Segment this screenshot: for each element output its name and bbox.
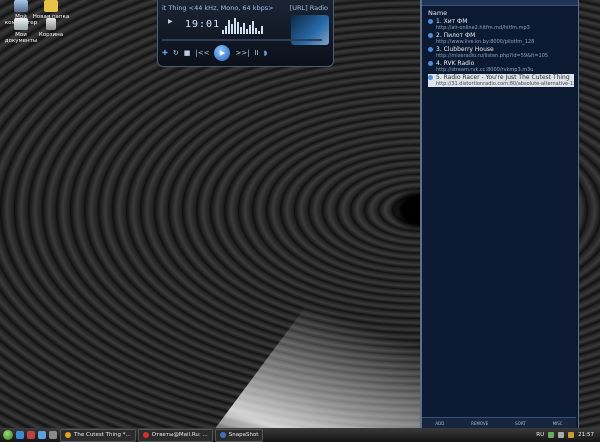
task-label: Ответы@Mail.Ru: ...: [151, 432, 208, 438]
stop-button[interactable]: ■: [184, 49, 191, 57]
playlist-item-url: http://31.distortionradio.com:80/absolut…: [436, 81, 574, 87]
desktop-icon-label: Корзина: [38, 32, 64, 38]
task-label: The Cutest Thing *...: [74, 432, 131, 438]
volume-tray-icon[interactable]: [558, 432, 565, 438]
clock[interactable]: 21:57: [578, 432, 594, 438]
playlist-item-name: 4. RVK Radio: [436, 60, 475, 67]
language-indicator[interactable]: RU: [536, 432, 544, 438]
remove-button[interactable]: REMOVE: [471, 421, 488, 426]
add-button[interactable]: ADD: [435, 421, 444, 426]
player-controls: ✚ ↻ ■ |<< ▶ >>| II ◗: [162, 45, 328, 61]
repeat-icon[interactable]: ↻: [173, 49, 179, 57]
playlist-column-header[interactable]: Name: [428, 9, 447, 17]
misc-button[interactable]: MISC: [553, 421, 563, 426]
player-track-info: it Thing <44 kHz, Mono, 64 kbps>: [162, 4, 274, 12]
taskbar-task-browser[interactable]: Ответы@Mail.Ru: ...: [137, 428, 213, 442]
wallpaper-tunnel-floor: [214, 230, 430, 430]
playlist-item[interactable]: 3. Clubberry House http://mixeradio.ru/l…: [428, 46, 574, 59]
recycle-bin-icon: [46, 18, 56, 30]
playlist-item-name: 5. Radio Racer - You're Just The Cutest …: [436, 74, 570, 81]
playlist-item-url: http://air-online2.hitfm.md/hitfm.mp3: [436, 25, 530, 31]
desktop-icon-recycle-bin[interactable]: Корзина: [30, 18, 72, 38]
tray-app-icon[interactable]: [568, 432, 575, 438]
playlist-item-name: 1. Хит ФМ: [436, 18, 468, 25]
radio-stream-icon: [428, 61, 433, 66]
playlist-item-selected[interactable]: 5. Radio Racer - You're Just The Cutest …: [428, 74, 574, 87]
quick-launch-browser-icon[interactable]: [16, 431, 24, 439]
play-indicator-icon: ▶: [168, 18, 173, 25]
playlist-item[interactable]: 2. Пилот ФМ http://www.live.kn.by:8000/p…: [428, 32, 574, 45]
player-title-bar: it Thing <44 kHz, Mono, 64 kbps> [URL] R…: [162, 4, 328, 14]
playlist-item[interactable]: 4. RVK Radio http://stream.rvk.cc:8000/r…: [428, 60, 574, 73]
snapshot-icon: [219, 432, 226, 438]
folder-icon: [44, 0, 58, 12]
quick-launch-ie-icon[interactable]: [38, 431, 46, 439]
player-time-display: 19:01: [185, 19, 221, 30]
play-button[interactable]: ▶: [214, 45, 231, 61]
sort-button[interactable]: SORT: [515, 421, 526, 426]
my-documents-icon: [14, 18, 28, 30]
network-icon[interactable]: [548, 432, 555, 438]
playlist-item-name: 2. Пилот ФМ: [436, 32, 476, 39]
playlist-item-url: http://stream.rvk.cc:8000/rvkmp3.m3u: [436, 67, 534, 73]
playlist-item[interactable]: 1. Хит ФМ http://air-online2.hitfm.md/hi…: [428, 18, 574, 31]
quick-launch-opera-icon[interactable]: [27, 431, 35, 439]
playlist-top-bar: [422, 0, 578, 6]
taskbar-task-player[interactable]: The Cutest Thing *...: [60, 428, 136, 442]
radio-stream-icon: [428, 47, 433, 52]
playlist-panel: Name 1. Хит ФМ http://air-online2.hitfm.…: [420, 0, 579, 428]
menu-icon[interactable]: ✚: [162, 49, 168, 57]
taskbar: The Cutest Thing *... Ответы@Mail.Ru: ..…: [0, 428, 600, 442]
playlist-list: 1. Хит ФМ http://air-online2.hitfm.md/hi…: [428, 18, 574, 88]
start-button[interactable]: [3, 430, 13, 440]
media-player-window[interactable]: it Thing <44 kHz, Mono, 64 kbps> [URL] R…: [157, 0, 334, 67]
task-label: SnapaShot: [228, 432, 259, 438]
playlist-item-name: 3. Clubberry House: [436, 46, 494, 53]
next-button[interactable]: >>|: [235, 49, 249, 57]
desktop-icon-new-folder[interactable]: Новая папка: [30, 0, 72, 20]
opera-icon: [142, 432, 149, 438]
previous-button[interactable]: |<<: [195, 49, 209, 57]
radio-stream-icon: [428, 33, 433, 38]
playlist-footer: ADD REMOVE SORT MISC: [422, 417, 576, 428]
radio-stream-icon: [428, 19, 433, 24]
seek-bar[interactable]: [162, 39, 322, 41]
taskbar-task-snapshot[interactable]: SnapaShot: [214, 428, 264, 442]
player-station-label: [URL] Radio: [289, 4, 328, 12]
radio-stream-icon: [428, 75, 433, 80]
winamp-icon: [65, 432, 71, 438]
playlist-item-url: http://www.live.kn.by:8000/pilotfm_128: [436, 39, 535, 45]
volume-icon[interactable]: ◗: [264, 49, 268, 57]
spectrum-visualizer: [222, 16, 282, 34]
my-computer-icon: [14, 0, 28, 12]
pause-button[interactable]: II: [255, 49, 259, 57]
system-tray: RU 21:57: [536, 432, 600, 438]
playlist-item-url: http://mixeradio.ru/listen.php?id=59&lt=…: [436, 53, 549, 59]
quick-launch-app-icon[interactable]: [49, 431, 57, 439]
